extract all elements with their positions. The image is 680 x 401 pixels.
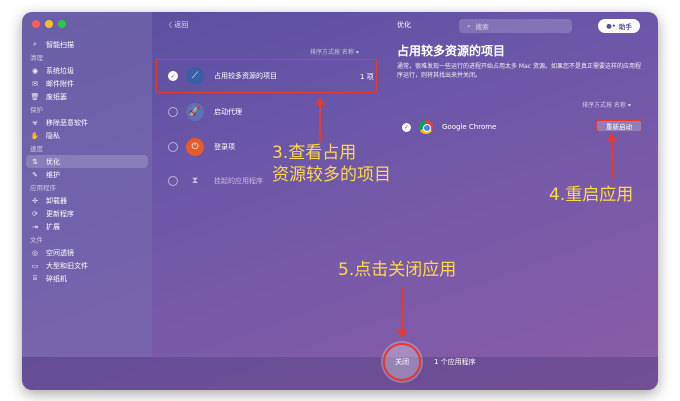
assistant-icon: ●• (606, 22, 616, 30)
highlight-box-heavy-consumers (156, 59, 377, 93)
detail-title: 占用较多资源的项目 (397, 44, 506, 58)
sidebar-item[interactable]: ✣ 卸载器 (22, 194, 152, 207)
sidebar-item-label: 移除恶意软件 (46, 118, 88, 127)
sidebar-item[interactable]: ⌸ 碎纸机 (22, 272, 152, 285)
stage: ⌕ 智能扫描 清理 ◉ 系统垃圾 ✉ 邮件附件 🗑 废纸篓 保护 ☣ 移除恶意软件 ✋ 隐私 速度 ⇅ 优化 ✎ 维… (0, 0, 680, 401)
app-name: Google Chrome (442, 123, 497, 131)
assistant-label: 助手 (618, 23, 632, 31)
sort-dropdown-middle[interactable]: 排序方式按 名称 ▾ (310, 47, 359, 56)
sidebar-item[interactable]: ⇅ 优化 (26, 155, 148, 168)
checkbox-empty-icon[interactable] (168, 107, 178, 117)
sidebar-item-label: 维护 (46, 170, 60, 179)
category-label: 挂起的应用程序 (214, 177, 263, 185)
updater-icon: ⟳ (32, 209, 38, 218)
sidebar-item-label: 废纸篓 (46, 92, 67, 101)
assistant-button[interactable]: ●• 助手 (598, 19, 640, 33)
optimize-icon: ⇅ (32, 157, 38, 166)
close-app-button[interactable]: 关闭 (383, 343, 421, 381)
sidebar-group: 清理 ◉ 系统垃圾 ✉ 邮件附件 🗑 废纸篓 (22, 53, 152, 103)
arrow-down-step5 (397, 287, 407, 338)
sidebar-item-label: 碎纸机 (46, 274, 67, 283)
sidebar-item[interactable]: ◉ 系统垃圾 (22, 64, 152, 77)
search-icon: ⌕ (467, 21, 471, 30)
hung-apps-icon: ⧗ (191, 176, 199, 186)
arrow-up-step4 (607, 133, 617, 178)
sidebar-item-label: 大型和旧文件 (46, 261, 88, 270)
sidebar-group: 保护 ☣ 移除恶意软件 ✋ 隐私 (22, 105, 152, 142)
sidebar-group: 速度 ⇅ 优化 ✎ 维护 (22, 144, 152, 181)
sidebar: ⌕ 智能扫描 清理 ◉ 系统垃圾 ✉ 邮件附件 🗑 废纸篓 保护 ☣ 移除恶意软件 ✋ 隐私 速度 ⇅ 优化 ✎ 维… (22, 12, 152, 357)
malware-icon: ☣ (31, 118, 39, 127)
sidebar-group-heading: 应用程序 (30, 184, 56, 192)
category-item[interactable]: 🚀 启动代理 (160, 99, 374, 125)
sidebar-group: 文件 ◎ 空间透镜 ▭ 大型和旧文件 ⌸ 碎纸机 (22, 235, 152, 285)
close-window-button[interactable] (32, 20, 40, 28)
large-files-icon: ▭ (31, 261, 39, 270)
app-window: ⌕ 智能扫描 清理 ◉ 系统垃圾 ✉ 邮件附件 🗑 废纸篓 保护 ☣ 移除恶意软件 ✋ 隐私 速度 ⇅ 优化 ✎ 维… (22, 12, 658, 390)
category-label: 登录项 (214, 143, 235, 151)
back-label: 返回 (174, 21, 189, 29)
sidebar-item[interactable]: ◎ 空间透镜 (22, 246, 152, 259)
back-button[interactable]: 〈 返回 (165, 20, 188, 30)
chrome-icon (419, 120, 433, 134)
sidebar-item[interactable]: ✎ 维护 (22, 168, 152, 181)
sidebar-item[interactable]: ⌕ 智能扫描 (22, 38, 152, 51)
privacy-icon: ✋ (30, 131, 40, 140)
sidebar-item-label: 系统垃圾 (46, 66, 74, 75)
uninstaller-icon: ✣ (32, 196, 38, 205)
minimize-window-button[interactable] (45, 20, 53, 28)
annotation-step3-line2: 资源较多的项目 (272, 165, 391, 185)
shredder-icon: ⌸ (32, 274, 38, 282)
launch-agent-icon: 🚀 (186, 103, 204, 121)
sidebar-group-heading: 保护 (30, 106, 43, 114)
sidebar-item-label: 隐私 (46, 131, 60, 140)
extensions-icon: ⇥ (32, 222, 38, 231)
system-junk-icon: ◉ (31, 66, 39, 75)
search-placeholder: 搜索 (475, 23, 489, 31)
sidebar-item-label: 更新程序 (46, 209, 74, 218)
mail-attachment-icon: ✉ (32, 79, 38, 88)
trash-icon: 🗑 (30, 92, 40, 101)
sidebar-group-heading: 清理 (30, 54, 43, 62)
maintenance-icon: ✎ (32, 170, 38, 179)
annotation-step4: 4.重启应用 (549, 185, 634, 205)
section-title: 优化 (397, 21, 411, 29)
sidebar-item-label: 卸载器 (46, 196, 67, 205)
detail-description: 通常，很难发现一些运行的进程开始占用太多 Mac 资源。如果您不是真正需要这样的… (397, 63, 641, 79)
sidebar-group: 应用程序 ✣ 卸载器 ⟳ 更新程序 ⇥ 扩展 (22, 183, 152, 233)
sort-dropdown-right[interactable]: 排序方式按 名称 ▾ (582, 100, 631, 109)
space-lens-icon: ◎ (31, 248, 39, 257)
sidebar-item-label: 空间透镜 (46, 248, 74, 257)
scan-icon: ⌕ (33, 40, 37, 48)
sidebar-item[interactable]: ☣ 移除恶意软件 (22, 116, 152, 129)
app-row-chrome[interactable]: ✓ Google Chrome (402, 120, 496, 134)
sidebar-group-heading: 速度 (30, 145, 43, 153)
category-label: 启动代理 (214, 108, 242, 116)
sidebar-item[interactable]: ⇥ 扩展 (22, 220, 152, 233)
sidebar-item-label: 邮件附件 (46, 79, 74, 88)
sidebar-item[interactable]: ▭ 大型和旧文件 (22, 259, 152, 272)
sidebar-item[interactable]: ⟳ 更新程序 (22, 207, 152, 220)
sidebar-group-heading: 文件 (30, 236, 43, 244)
sidebar-item[interactable]: 🗑 废纸篓 (22, 90, 152, 103)
window-controls (32, 20, 66, 28)
search-input[interactable]: ⌕ 搜索 (459, 19, 572, 33)
selected-count: 1 个应用程序 (434, 358, 476, 366)
sidebar-item-label: 扩展 (46, 222, 60, 231)
sidebar-item-label: 优化 (46, 157, 60, 166)
sidebar-group: ⌕ 智能扫描 (22, 38, 152, 51)
sidebar-item-label: 智能扫描 (46, 40, 74, 49)
login-items-icon: ⏻ (186, 138, 204, 156)
checkbox-empty-icon[interactable] (168, 142, 178, 152)
sidebar-item[interactable]: ✋ 隐私 (22, 129, 152, 142)
checkbox-empty-icon[interactable] (168, 176, 178, 186)
checkbox-checked-icon[interactable]: ✓ (402, 122, 411, 132)
annotation-step5: 5.点击关闭应用 (338, 260, 457, 280)
zoom-window-button[interactable] (58, 20, 66, 28)
bottom-bar (22, 357, 658, 390)
arrow-up-step3 (315, 97, 325, 142)
sidebar-item[interactable]: ✉ 邮件附件 (22, 77, 152, 90)
annotation-step3-line1: 3.查看占用 (272, 143, 357, 163)
restart-button[interactable]: 重新启动 (596, 120, 642, 132)
